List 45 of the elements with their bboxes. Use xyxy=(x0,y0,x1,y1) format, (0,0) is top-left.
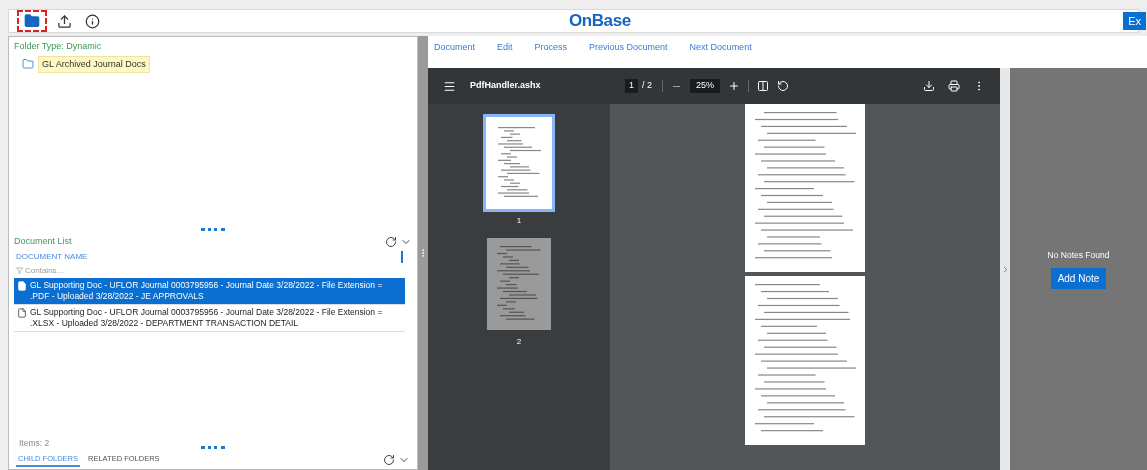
document-row[interactable]: GL Supporting Doc - UFLOR Journal 0003795956 - Journal Date 3/28/2022 - File Extension = .XLSX - Uploaded 3/28/2022 - DEPARTMENT TRANSACTION DETAIL xyxy=(14,305,405,332)
exit-button[interactable]: Ex xyxy=(1123,12,1146,30)
print-icon[interactable] xyxy=(948,80,960,92)
menu-item[interactable]: Previous Document xyxy=(589,41,668,55)
page-field[interactable]: 1 xyxy=(625,79,638,93)
refresh-icon[interactable] xyxy=(383,454,395,466)
notes-toggle-strip[interactable] xyxy=(1000,68,1010,470)
page-number: 2 xyxy=(516,336,522,348)
folder-icon xyxy=(24,13,40,29)
page-total: / 2 xyxy=(642,79,653,93)
folder-icon xyxy=(22,58,34,71)
resize-handle[interactable] xyxy=(201,445,225,449)
filter-icon xyxy=(16,267,23,274)
column-header[interactable]: DOCUMENT NAME xyxy=(16,251,88,263)
rotate-icon[interactable] xyxy=(777,80,790,92)
document-row[interactable]: GL Supporting Doc - UFLOR Journal 0003795956 - Journal Date 3/28/2022 - File Extension = .PDF - Uploaded 3/28/2022 - JE APPROVALS xyxy=(14,278,405,305)
menu-item[interactable]: Next Document xyxy=(689,41,752,55)
document-name: GL Supporting Doc - UFLOR Journal 0003795956 - Journal Date 3/28/2022 - File Extension = .PDF - Uploaded 3/28/2022 - JE APPROVALS xyxy=(30,280,384,302)
items-count: Items: 2 xyxy=(19,438,50,448)
resize-handle[interactable] xyxy=(201,227,225,231)
info-icon xyxy=(84,13,100,29)
upload-icon xyxy=(56,13,72,29)
menu-icon[interactable] xyxy=(443,79,456,93)
toolbar-button[interactable] xyxy=(17,10,47,32)
logo: OnBase xyxy=(569,10,631,33)
menu-item[interactable]: Process xyxy=(534,41,568,55)
document-list-title: Document List xyxy=(14,235,72,249)
zoom-field[interactable]: 25% xyxy=(690,79,721,93)
document-name: GL Supporting Doc - UFLOR Journal 0003795956 - Journal Date 3/28/2022 - File Extension = .XLSX - Uploaded 3/28/2022 - DEPARTMENT TRANSACTION DETAIL xyxy=(30,307,384,329)
filter-field[interactable]: Contains... xyxy=(25,264,225,277)
scroll-indicator xyxy=(401,251,403,263)
add-note-button[interactable]: Add Note xyxy=(1050,267,1107,289)
file-name: PdfHandler.ashx xyxy=(470,79,542,93)
refresh-icon[interactable] xyxy=(385,236,397,248)
fit-page-icon[interactable] xyxy=(757,80,770,92)
menu-item[interactable]: Document xyxy=(434,41,476,55)
document-icon xyxy=(17,281,27,291)
page-number: 1 xyxy=(516,215,522,227)
menu-item[interactable]: Edit xyxy=(497,41,513,55)
download-icon[interactable] xyxy=(923,80,935,92)
folder-item[interactable]: GL Archived Journal Docs xyxy=(38,55,150,73)
no-notes-message: No Notes Found xyxy=(1047,249,1110,262)
zoom-in-icon[interactable] xyxy=(728,80,741,92)
document-icon xyxy=(17,308,27,318)
folder-type-label: Folder Type: Dynamic xyxy=(14,40,103,53)
